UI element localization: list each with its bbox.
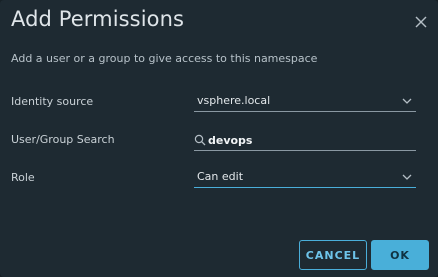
user-group-search-label: User/Group Search xyxy=(11,133,115,146)
add-permissions-dialog: Add Permissions Add a user or a group to… xyxy=(0,0,438,277)
role-select[interactable]: Can edit xyxy=(194,168,416,188)
dialog-title: Add Permissions xyxy=(11,7,185,31)
user-group-search-field[interactable] xyxy=(194,131,416,151)
search-icon xyxy=(194,134,206,146)
identity-source-select[interactable]: vsphere.local xyxy=(194,92,416,112)
ok-button[interactable]: OK xyxy=(371,240,429,270)
role-value: Can edit xyxy=(197,170,244,183)
identity-source-label: Identity source xyxy=(11,95,94,108)
close-icon[interactable] xyxy=(411,12,431,32)
chevron-down-icon xyxy=(402,174,412,180)
cancel-button[interactable]: CANCEL xyxy=(299,240,367,270)
user-group-search-input[interactable] xyxy=(208,131,408,149)
dialog-subtitle: Add a user or a group to give access to … xyxy=(11,52,318,65)
identity-source-value: vsphere.local xyxy=(197,94,271,107)
chevron-down-icon xyxy=(402,98,412,104)
role-label: Role xyxy=(11,171,35,184)
